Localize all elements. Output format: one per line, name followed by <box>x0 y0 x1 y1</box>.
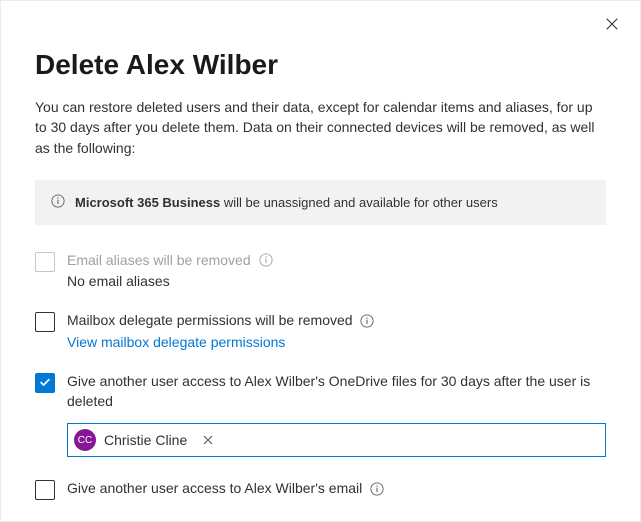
info-icon[interactable] <box>259 253 273 267</box>
option-mailbox-delegate: Mailbox delegate permissions will be rem… <box>35 311 606 350</box>
license-notice: Microsoft 365 Business will be unassigne… <box>35 180 606 225</box>
remove-user-button[interactable] <box>201 431 215 450</box>
checkbox-aliases <box>35 252 55 272</box>
onedrive-user-picker[interactable]: CC Christie Cline <box>67 423 606 457</box>
view-mailbox-delegate-link[interactable]: View mailbox delegate permissions <box>67 334 606 350</box>
info-icon[interactable] <box>370 482 384 496</box>
close-button[interactable] <box>600 13 624 37</box>
dialog-intro: You can restore deleted users and their … <box>35 97 606 158</box>
option-email-access: Give another user access to Alex Wilber'… <box>35 479 606 500</box>
option-email-access-label: Give another user access to Alex Wilber'… <box>67 480 362 496</box>
license-notice-text: Microsoft 365 Business will be unassigne… <box>75 195 498 210</box>
checkbox-mailbox-delegate[interactable] <box>35 312 55 332</box>
selected-user-name: Christie Cline <box>104 432 187 448</box>
selected-user-chip: CC Christie Cline <box>74 429 215 451</box>
checkmark-icon <box>38 375 52 392</box>
option-onedrive-label: Give another user access to Alex Wilber'… <box>67 373 590 409</box>
avatar: CC <box>74 429 96 451</box>
info-icon[interactable] <box>360 314 374 328</box>
checkbox-email-access[interactable] <box>35 480 55 500</box>
info-icon <box>51 194 65 211</box>
dialog-title: Delete Alex Wilber <box>35 49 606 81</box>
checkbox-onedrive-access[interactable] <box>35 373 55 393</box>
close-icon <box>605 17 619 34</box>
option-aliases-label: Email aliases will be removed <box>67 252 251 268</box>
close-icon <box>203 433 213 448</box>
option-aliases-sub: No email aliases <box>67 273 606 289</box>
option-mailbox-delegate-label: Mailbox delegate permissions will be rem… <box>67 312 353 328</box>
option-aliases: Email aliases will be removed No email a… <box>35 251 606 290</box>
option-onedrive-access: Give another user access to Alex Wilber'… <box>35 372 606 457</box>
delete-user-dialog: Delete Alex Wilber You can restore delet… <box>0 0 641 522</box>
